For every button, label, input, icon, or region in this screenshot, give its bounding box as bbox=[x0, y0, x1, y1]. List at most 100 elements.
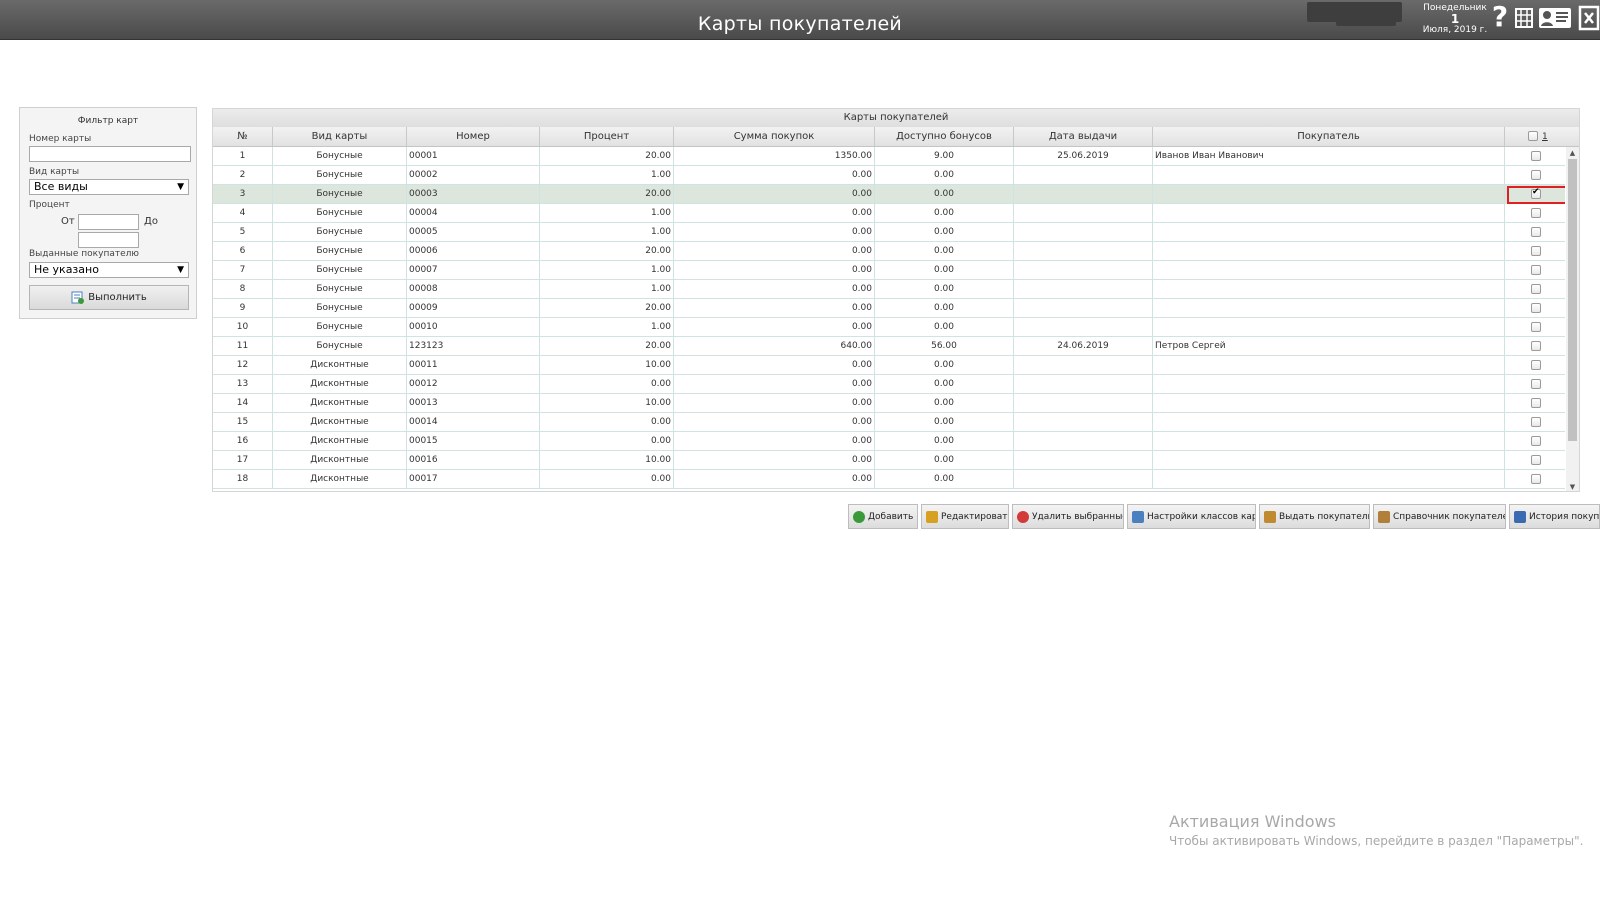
cell-customer bbox=[1153, 185, 1505, 203]
row-select-checkbox[interactable] bbox=[1531, 417, 1541, 427]
cell-purchase-sum: 0.00 bbox=[674, 394, 875, 412]
row-select-checkbox[interactable] bbox=[1531, 474, 1541, 484]
cell-bonus: 0.00 bbox=[875, 166, 1014, 184]
redacted-user-info-2 bbox=[1336, 12, 1396, 26]
table-row[interactable]: 6 Бонусные 00006 20.00 0.00 0.00 bbox=[213, 242, 1565, 261]
row-select-checkbox[interactable] bbox=[1531, 227, 1541, 237]
table-row[interactable]: 4 Бонусные 00004 1.00 0.00 0.00 bbox=[213, 204, 1565, 223]
row-select-checkbox[interactable] bbox=[1531, 322, 1541, 332]
table-row[interactable]: 5 Бонусные 00005 1.00 0.00 0.00 bbox=[213, 223, 1565, 242]
card-type-select[interactable]: Все виды ▼ bbox=[29, 179, 189, 195]
table-row[interactable]: 1 Бонусные 00001 20.00 1350.00 9.00 25.06.2019… bbox=[213, 147, 1565, 166]
cell-number: 2 bbox=[213, 166, 273, 184]
cell-percent: 20.00 bbox=[540, 242, 674, 260]
grid-header: № Вид карты Номер Процент Сумма покупок … bbox=[213, 127, 1579, 147]
exit-icon[interactable] bbox=[1578, 5, 1600, 31]
delete-selected-button[interactable]: Удалить выбранные bbox=[1012, 504, 1124, 529]
row-select-checkbox[interactable] bbox=[1531, 265, 1541, 275]
col-header-percent[interactable]: Процент bbox=[540, 127, 674, 146]
table-row[interactable]: 18 Дисконтные 00017 0.00 0.00 0.00 bbox=[213, 470, 1565, 489]
cell-card-type: Бонусные bbox=[273, 337, 407, 355]
col-header-purchase-sum[interactable]: Сумма покупок bbox=[674, 127, 875, 146]
row-select-checkbox[interactable] bbox=[1531, 284, 1541, 294]
row-select-checkbox[interactable] bbox=[1531, 208, 1541, 218]
cell-purchase-sum: 0.00 bbox=[674, 242, 875, 260]
cell-card-type: Дисконтные bbox=[273, 375, 407, 393]
edit-button[interactable]: Редактировать bbox=[921, 504, 1009, 529]
cell-purchase-sum: 1350.00 bbox=[674, 147, 875, 165]
issued-select[interactable]: Не указано ▼ bbox=[29, 262, 189, 278]
cell-card-type: Бонусные bbox=[273, 261, 407, 279]
cell-card-type: Бонусные bbox=[273, 318, 407, 336]
card-number-input[interactable] bbox=[29, 146, 191, 162]
cell-number: 11 bbox=[213, 337, 273, 355]
purchase-history-button[interactable]: История покупок bbox=[1509, 504, 1600, 529]
cell-bonus: 0.00 bbox=[875, 223, 1014, 241]
table-row[interactable]: 7 Бонусные 00007 1.00 0.00 0.00 bbox=[213, 261, 1565, 280]
table-row[interactable]: 17 Дисконтные 00016 10.00 0.00 0.00 bbox=[213, 451, 1565, 470]
row-select-checkbox[interactable] bbox=[1531, 379, 1541, 389]
card-icon[interactable] bbox=[1538, 5, 1572, 31]
grid-icon[interactable] bbox=[1514, 5, 1534, 31]
cell-number: 1 bbox=[213, 147, 273, 165]
row-select-checkbox[interactable] bbox=[1531, 398, 1541, 408]
cell-issue-date bbox=[1014, 166, 1153, 184]
table-row[interactable]: 3 Бонусные 00003 20.00 0.00 0.00 bbox=[213, 185, 1565, 204]
help-icon[interactable]: ? bbox=[1490, 0, 1510, 33]
table-row[interactable]: 2 Бонусные 00002 1.00 0.00 0.00 bbox=[213, 166, 1565, 185]
customers-directory-button[interactable]: Справочник покупателей bbox=[1373, 504, 1506, 529]
scroll-down-icon[interactable]: ▼ bbox=[1566, 483, 1579, 491]
row-select-checkbox[interactable] bbox=[1531, 151, 1541, 161]
table-row[interactable]: 15 Дисконтные 00014 0.00 0.00 0.00 bbox=[213, 413, 1565, 432]
cell-bonus: 0.00 bbox=[875, 204, 1014, 222]
table-row[interactable]: 14 Дисконтные 00013 10.00 0.00 0.00 bbox=[213, 394, 1565, 413]
cell-issue-date bbox=[1014, 204, 1153, 222]
select-all-checkbox[interactable] bbox=[1528, 131, 1538, 141]
percent-from-input[interactable] bbox=[78, 214, 139, 230]
cell-number: 5 bbox=[213, 223, 273, 241]
row-select-checkbox[interactable] bbox=[1531, 170, 1541, 180]
issue-to-customer-button[interactable]: Выдать покупателю bbox=[1259, 504, 1370, 529]
col-header-card-number[interactable]: Номер bbox=[407, 127, 540, 146]
row-select-checkbox[interactable] bbox=[1531, 436, 1541, 446]
run-filter-button[interactable]: Выполнить bbox=[29, 285, 189, 310]
row-select-checkbox[interactable] bbox=[1531, 360, 1541, 370]
table-row[interactable]: 11 Бонусные 123123 20.00 640.00 56.00 24.06.20… bbox=[213, 337, 1565, 356]
table-row[interactable]: 10 Бонусные 00010 1.00 0.00 0.00 bbox=[213, 318, 1565, 337]
card-class-settings-button[interactable]: Настройки классов карт bbox=[1127, 504, 1256, 529]
scroll-thumb[interactable] bbox=[1568, 159, 1577, 441]
run-filter-icon bbox=[71, 291, 85, 304]
col-header-issue-date[interactable]: Дата выдачи bbox=[1014, 127, 1153, 146]
cell-card-type: Дисконтные bbox=[273, 470, 407, 488]
col-header-number[interactable]: № bbox=[213, 127, 273, 146]
grid-scrollbar[interactable]: ▲ ▼ bbox=[1566, 147, 1579, 491]
scroll-up-icon[interactable]: ▲ bbox=[1566, 149, 1579, 157]
row-select-checkbox[interactable] bbox=[1531, 303, 1541, 313]
col-header-customer[interactable]: Покупатель bbox=[1153, 127, 1505, 146]
row-select-checkbox[interactable] bbox=[1531, 246, 1541, 256]
row-select-checkbox[interactable] bbox=[1531, 341, 1541, 351]
col-header-card-type[interactable]: Вид карты bbox=[273, 127, 407, 146]
row-select-checkbox[interactable] bbox=[1531, 455, 1541, 465]
cell-issue-date: 25.06.2019 bbox=[1014, 147, 1153, 165]
cell-customer bbox=[1153, 375, 1505, 393]
checkbox-highlight bbox=[1507, 186, 1565, 204]
cell-percent: 1.00 bbox=[540, 223, 674, 241]
cell-card-number: 00004 bbox=[407, 204, 540, 222]
table-row[interactable]: 9 Бонусные 00009 20.00 0.00 0.00 bbox=[213, 299, 1565, 318]
cell-card-number: 00008 bbox=[407, 280, 540, 298]
table-row[interactable]: 16 Дисконтные 00015 0.00 0.00 0.00 bbox=[213, 432, 1565, 451]
table-row[interactable]: 12 Дисконтные 00011 10.00 0.00 0.00 bbox=[213, 356, 1565, 375]
cell-customer bbox=[1153, 470, 1505, 488]
col-header-bonus[interactable]: Доступно бонусов bbox=[875, 127, 1014, 146]
cell-card-type: Дисконтные bbox=[273, 451, 407, 469]
selected-count[interactable]: 1 bbox=[1542, 128, 1548, 147]
table-row[interactable]: 8 Бонусные 00008 1.00 0.00 0.00 bbox=[213, 280, 1565, 299]
table-row[interactable]: 13 Дисконтные 00012 0.00 0.00 0.00 bbox=[213, 375, 1565, 394]
cell-percent: 1.00 bbox=[540, 204, 674, 222]
add-button[interactable]: Добавить bbox=[848, 504, 918, 529]
percent-to-input[interactable] bbox=[78, 232, 139, 248]
percent-from-label: От bbox=[61, 216, 75, 227]
cell-purchase-sum: 0.00 bbox=[674, 356, 875, 374]
cell-customer bbox=[1153, 261, 1505, 279]
